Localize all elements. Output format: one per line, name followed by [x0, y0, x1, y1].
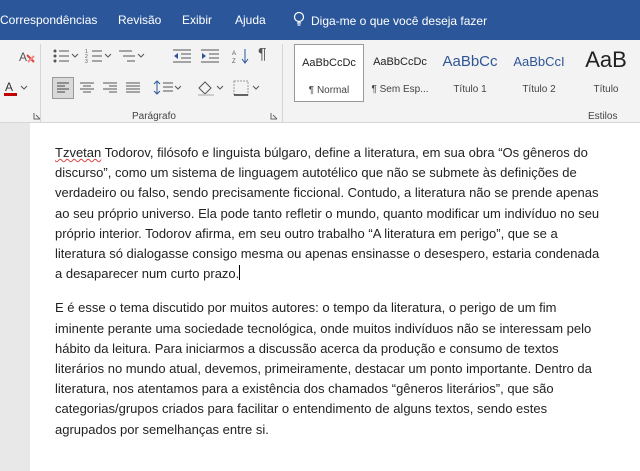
styles-group-label: Estilos: [588, 111, 618, 122]
justify-button[interactable]: [124, 79, 142, 97]
multilevel-list-button[interactable]: [118, 48, 146, 64]
style-no-spacing[interactable]: AaBbCcDc ¶ Sem Esp...: [365, 44, 435, 102]
paragraph-1-text: Todorov, filósofo e linguista búlgaro, d…: [55, 145, 600, 282]
shading-icon[interactable]: [196, 79, 226, 97]
tell-me-text: Diga-me o que você deseja fazer: [311, 13, 488, 28]
tab-revisao[interactable]: Revisão: [118, 13, 161, 27]
show-paragraph-marks-icon[interactable]: ¶: [258, 47, 267, 63]
svg-text:A: A: [5, 80, 13, 94]
document-area: Tzvetan Todorov, filósofo e linguista bú…: [0, 123, 640, 471]
spell-error-word[interactable]: Tzvetan: [55, 145, 101, 160]
document-body[interactable]: Tzvetan Todorov, filósofo e linguista bú…: [55, 143, 600, 454]
line-spacing-button[interactable]: [153, 79, 181, 97]
group-divider: [40, 44, 41, 122]
tab-correspondencias[interactable]: Correspondências: [0, 13, 97, 27]
style-heading-1[interactable]: AaBbCc Título 1: [435, 44, 505, 102]
svg-text:Z: Z: [232, 59, 236, 64]
style-heading-2[interactable]: AaBbCcI Título 2: [504, 44, 574, 102]
align-left-button[interactable]: [52, 77, 74, 99]
paragraph-2: E é esse o tema discutido por muitos aut…: [55, 300, 592, 437]
styles-gallery: AaBbCcDc ¶ Normal AaBbCcDc ¶ Sem Esp... …: [291, 44, 640, 102]
bullets-button[interactable]: [52, 48, 80, 64]
lightbulb-icon: [293, 11, 305, 30]
clear-formatting-icon[interactable]: A: [18, 49, 36, 65]
tab-ajuda[interactable]: Ajuda: [235, 13, 266, 27]
tab-exibir[interactable]: Exibir: [182, 13, 212, 27]
numbering-button[interactable]: 123: [85, 48, 113, 64]
ribbon: A A 123 AZ ¶ Parágrafo AaBbCcDc ¶ Normal…: [0, 40, 640, 123]
style-title[interactable]: AaB Título: [572, 44, 640, 102]
document-page[interactable]: Tzvetan Todorov, filósofo e linguista bú…: [30, 123, 640, 471]
svg-text:A: A: [19, 50, 27, 64]
paragraph-dialog-launcher-icon[interactable]: [270, 112, 278, 120]
sort-button[interactable]: AZ: [232, 48, 250, 64]
style-normal[interactable]: AaBbCcDc ¶ Normal: [294, 44, 364, 102]
decrease-indent-button[interactable]: [172, 48, 192, 64]
tell-me-box[interactable]: Diga-me o que você deseja fazer: [293, 11, 487, 30]
svg-text:3: 3: [85, 59, 88, 64]
font-dialog-launcher-icon[interactable]: [33, 112, 41, 120]
borders-icon[interactable]: [232, 79, 262, 97]
increase-indent-button[interactable]: [200, 48, 220, 64]
font-color-icon[interactable]: A: [4, 80, 30, 98]
paragraph-group-label: Parágrafo: [132, 111, 176, 122]
group-divider: [282, 44, 283, 122]
align-center-button[interactable]: [78, 79, 96, 97]
text-cursor: [239, 265, 241, 281]
svg-text:A: A: [232, 51, 236, 57]
ribbon-tab-bar: Correspondências Revisão Exibir Ajuda Di…: [0, 0, 640, 40]
paragraph-1: Tzvetan Todorov, filósofo e linguista bú…: [55, 143, 600, 284]
align-right-button[interactable]: [101, 79, 119, 97]
